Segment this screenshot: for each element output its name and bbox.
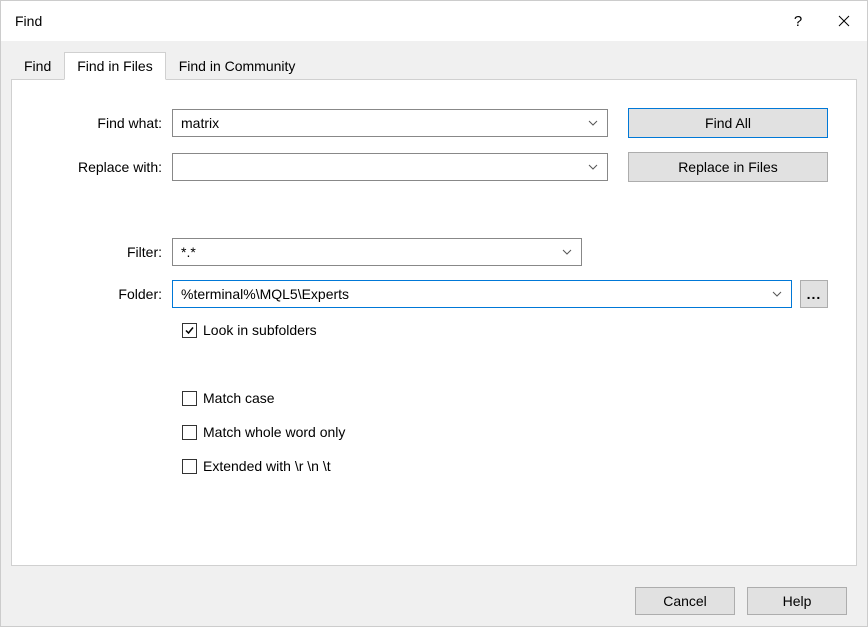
tab-find-in-community[interactable]: Find in Community [166,52,309,79]
look-in-subfolders-checkbox[interactable] [182,323,197,338]
find-all-button[interactable]: Find All [628,108,828,138]
chevron-down-icon[interactable] [769,291,785,297]
filter-input[interactable]: *.* [172,238,582,266]
checkbox-row-match-case: Match case [182,390,828,406]
find-dialog: Find ? Find Find in Files Find in Commun… [0,0,868,627]
match-case-checkbox[interactable] [182,391,197,406]
checkbox-row-extended: Extended with \r \n \t [182,458,828,474]
label-find-what: Find what: [40,115,172,131]
extended-checkbox[interactable] [182,459,197,474]
chevron-down-icon[interactable] [559,249,575,255]
tabbar: Find Find in Files Find in Community [11,51,857,79]
row-replace-with: Replace with: Replace in Files [40,152,828,182]
match-case-label: Match case [203,390,275,406]
bottom-bar: Cancel Help [1,576,867,626]
titlebar: Find ? [1,1,867,41]
row-filter: Filter: *.* [40,238,828,266]
row-folder: Folder: %terminal%\MQL5\Experts ... [40,280,828,308]
extended-label: Extended with \r \n \t [203,458,331,474]
label-replace-with: Replace with: [40,159,172,175]
help-button[interactable]: Help [747,587,847,615]
checkbox-row-subfolders: Look in subfolders [182,322,828,338]
replace-with-input[interactable] [172,153,608,181]
close-icon[interactable] [821,1,867,41]
tab-find[interactable]: Find [11,52,64,79]
content-area: Find Find in Files Find in Community Fin… [1,41,867,576]
cancel-button[interactable]: Cancel [635,587,735,615]
match-whole-word-label: Match whole word only [203,424,345,440]
tab-find-in-files[interactable]: Find in Files [64,52,165,80]
help-icon[interactable]: ? [775,1,821,41]
checkbox-row-whole-word: Match whole word only [182,424,828,440]
replace-in-files-button[interactable]: Replace in Files [628,152,828,182]
browse-folder-button[interactable]: ... [800,280,828,308]
match-whole-word-checkbox[interactable] [182,425,197,440]
label-filter: Filter: [40,244,172,260]
tabpanel-find-in-files: Find what: matrix Find All Replace with: [11,79,857,566]
folder-input[interactable]: %terminal%\MQL5\Experts [172,280,792,308]
look-in-subfolders-label: Look in subfolders [203,322,317,338]
window-title: Find [15,13,775,29]
chevron-down-icon[interactable] [585,164,601,170]
find-what-input[interactable]: matrix [172,109,608,137]
label-folder: Folder: [40,286,172,302]
row-find-what: Find what: matrix Find All [40,108,828,138]
chevron-down-icon[interactable] [585,120,601,126]
